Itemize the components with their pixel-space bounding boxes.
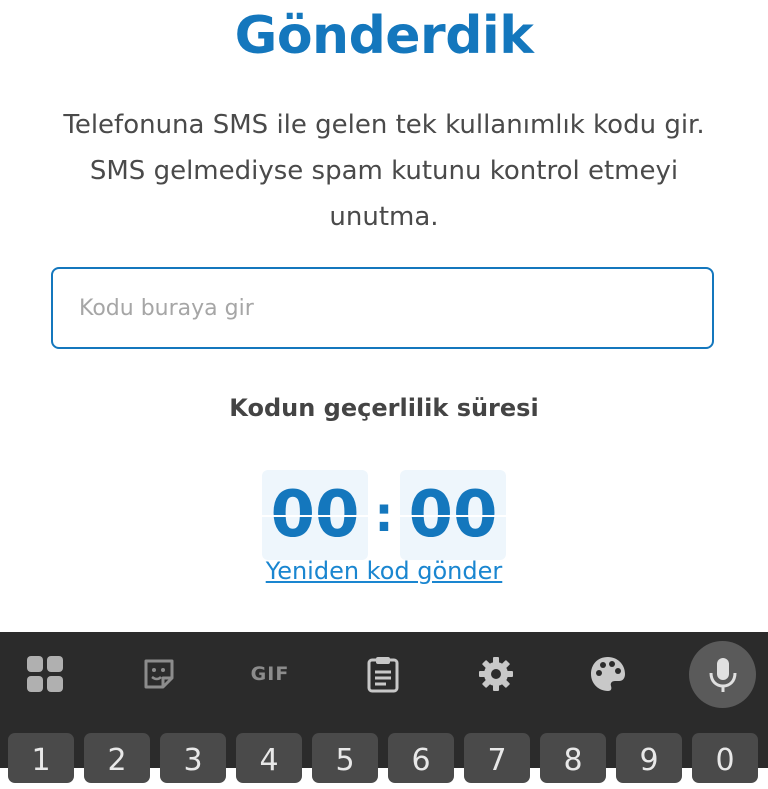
timer-minutes: 00	[262, 470, 368, 560]
instruction-line-3: unutma.	[329, 202, 439, 232]
instruction-line-1: Telefonuna SMS ile gelen tek kullanımlık…	[63, 110, 705, 140]
sticker-icon[interactable]	[137, 648, 181, 700]
key-6[interactable]: 6	[388, 733, 454, 783]
instruction-text: Telefonuna SMS ile gelen tek kullanımlık…	[40, 102, 728, 240]
instruction-line-2: SMS gelmediyse spam kutunu kontrol etmey…	[89, 156, 679, 186]
timer-seconds: 00	[400, 470, 506, 560]
key-9[interactable]: 9	[616, 733, 682, 783]
key-4[interactable]: 4	[236, 733, 302, 783]
microphone-icon	[708, 656, 738, 694]
key-2[interactable]: 2	[84, 733, 150, 783]
apps-grid-icon[interactable]	[23, 648, 67, 700]
gif-label: GIF	[250, 663, 290, 685]
code-input[interactable]	[51, 267, 714, 349]
clipboard-icon[interactable]	[361, 648, 405, 700]
key-1[interactable]: 1	[8, 733, 74, 783]
key-0[interactable]: 0	[692, 733, 758, 783]
timer-separator: :	[374, 487, 394, 543]
resend-code-link[interactable]: Yeniden kod gönder	[0, 557, 768, 585]
microphone-button[interactable]	[689, 641, 756, 708]
key-7[interactable]: 7	[464, 733, 530, 783]
key-5[interactable]: 5	[312, 733, 378, 783]
key-3[interactable]: 3	[160, 733, 226, 783]
gif-icon[interactable]: GIF	[248, 648, 292, 700]
theme-palette-icon[interactable]	[586, 648, 630, 700]
settings-gear-icon[interactable]	[474, 648, 518, 700]
page-title: Gönderdik	[234, 6, 534, 66]
validity-label: Kodun geçerlilik süresi	[229, 394, 539, 422]
key-8[interactable]: 8	[540, 733, 606, 783]
